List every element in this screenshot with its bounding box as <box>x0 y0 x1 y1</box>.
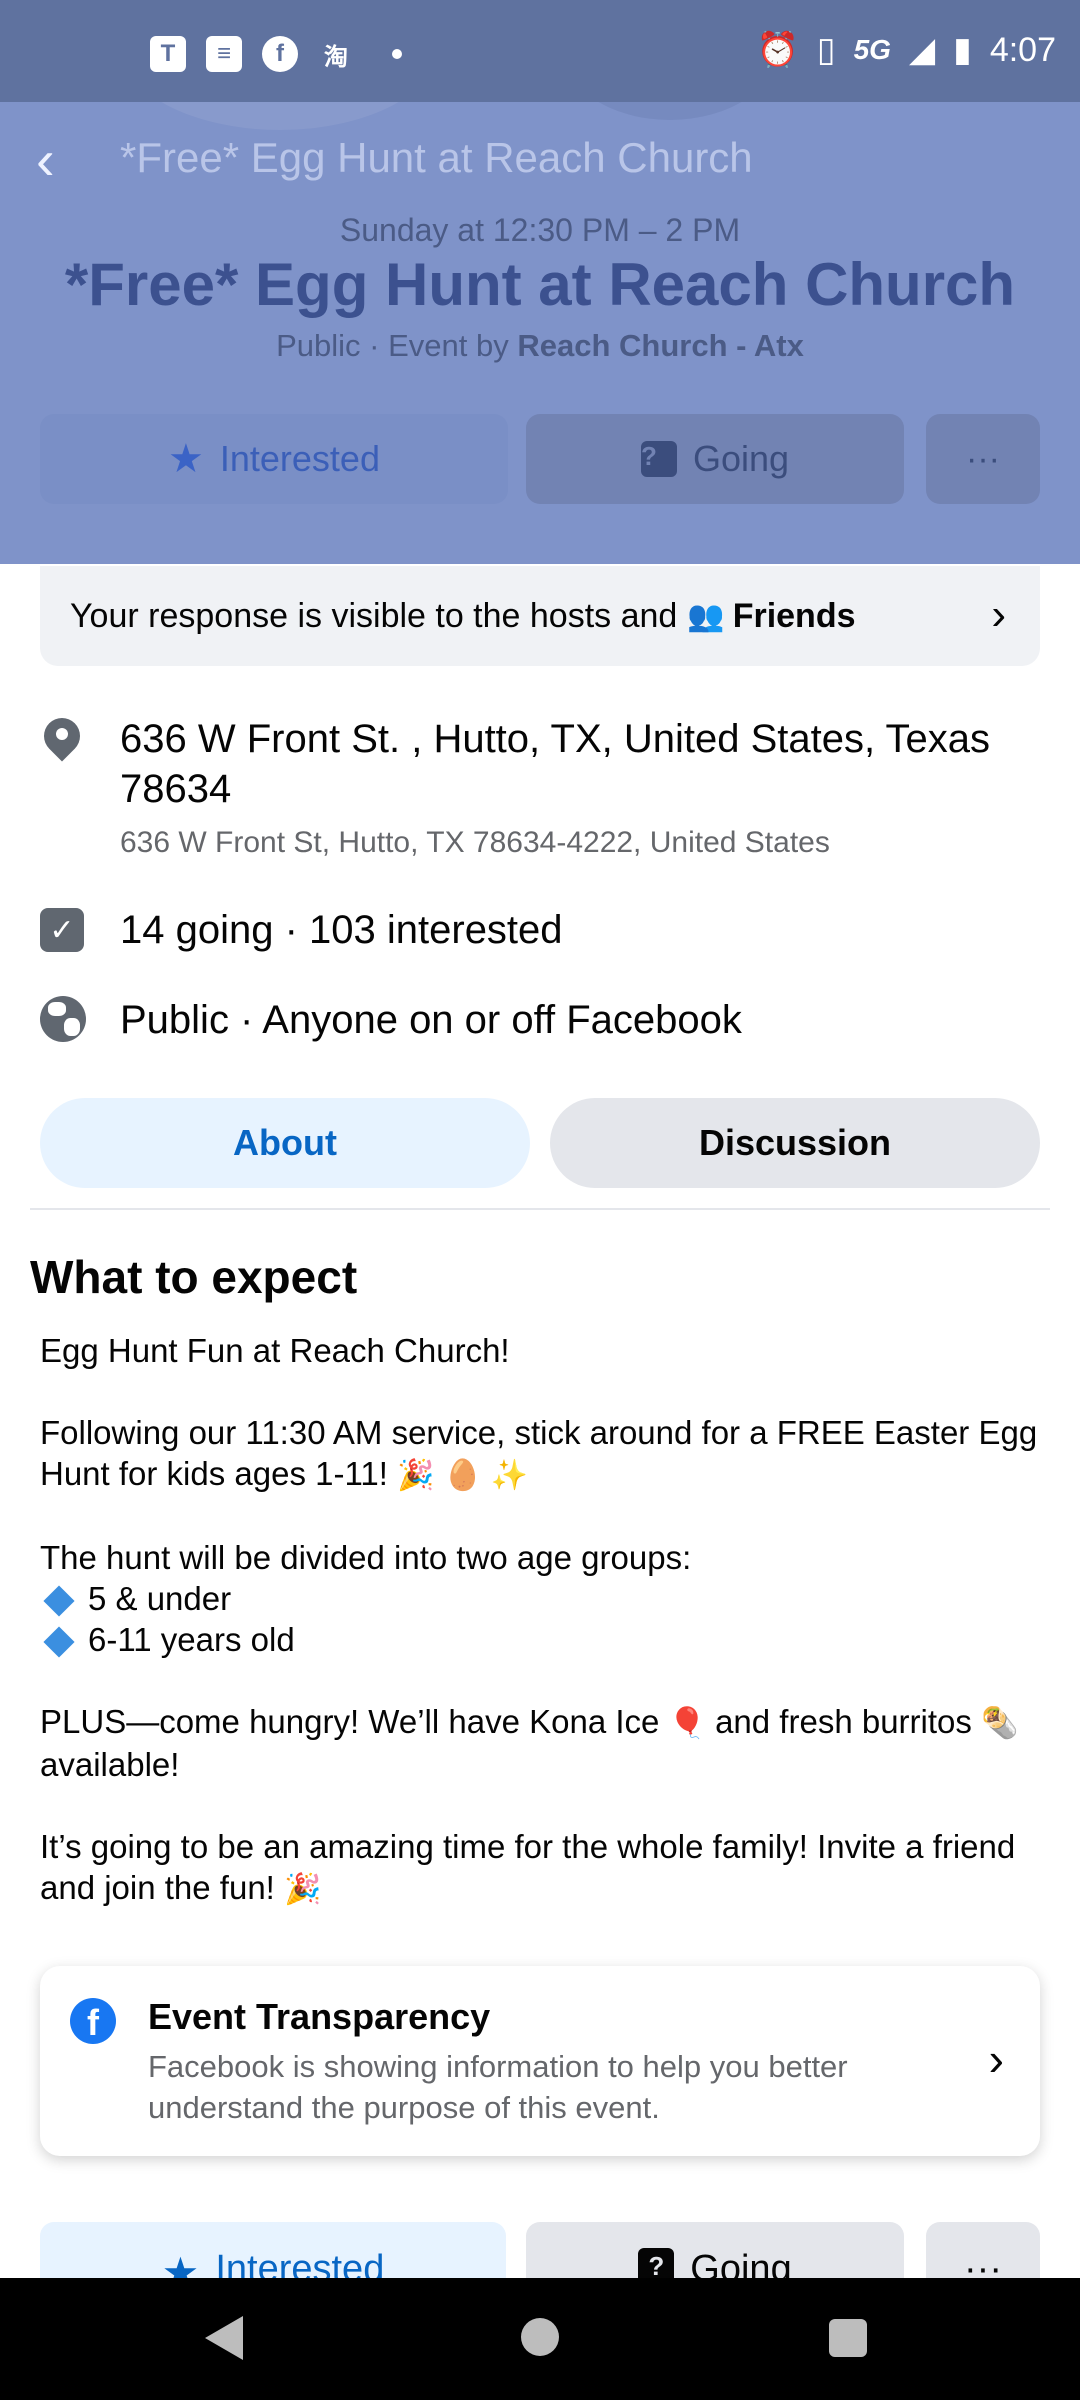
description-line: available! <box>40 1746 180 1783</box>
response-visibility-notice[interactable]: Your response is visible to the hosts an… <box>40 566 1040 666</box>
clock: 4:07 <box>989 30 1056 69</box>
blue-diamond-icon <box>43 1585 75 1617</box>
battery-icon: ▮ <box>953 31 972 69</box>
description-line: The hunt will be divided into two age gr… <box>40 1539 692 1576</box>
taobao-icon: 淘 <box>324 43 348 71</box>
interested-label: Interested <box>219 438 380 479</box>
description-line: Egg Hunt Fun at Reach Church! <box>40 1332 510 1369</box>
event-privacy: Public · Anyone on or off Facebook <box>120 998 742 1042</box>
description-paragraph: The hunt will be divided into two age gr… <box>40 1537 1040 1660</box>
teams-icon: T <box>150 36 186 72</box>
nav-recents-icon[interactable] <box>829 2319 867 2357</box>
divider <box>30 1208 1050 1210</box>
header-going-button[interactable]: ? Going <box>526 414 904 504</box>
news-icon: ≡ <box>206 36 242 72</box>
party-egg-sparkles-emoji: 🎉 🥚 ✨ <box>397 1458 529 1493</box>
event-transparency-card[interactable]: f Event Transparency Facebook is showing… <box>40 1966 1040 2156</box>
description-line: It’s going to be an amazing time for the… <box>40 1828 1016 1906</box>
notification-icons: T ≡ f 淘 <box>150 36 402 72</box>
header-interested-button[interactable]: ★ Interested <box>40 414 508 504</box>
description-line: Following our 11:30 AM service, stick ar… <box>40 1414 1038 1492</box>
transparency-text: Facebook is showing information to help … <box>148 2049 848 2125</box>
facebook-icon: f <box>262 36 298 72</box>
globe-icon <box>40 996 86 1042</box>
tab-discussion[interactable]: Discussion <box>550 1098 1040 1188</box>
question-box-icon: ? <box>640 441 677 477</box>
description-paragraph: It’s going to be an amazing time for the… <box>40 1826 1040 1910</box>
event-attendance[interactable]: 14 going · 103 interested <box>120 905 1040 955</box>
event-location[interactable]: 636 W Front St. , Hutto, TX, United Stat… <box>120 714 1040 814</box>
event-visibility: Public · Event by <box>276 328 518 363</box>
blue-diamond-icon <box>43 1626 75 1658</box>
network-label: 5G <box>853 34 891 65</box>
friends-label: Friends <box>732 596 856 635</box>
list-item-text: 5 & under <box>88 1580 232 1617</box>
chevron-right-icon: › <box>988 2033 1004 2085</box>
event-host-link[interactable]: Reach Church - Atx <box>517 328 804 363</box>
star-icon: ★ <box>168 437 204 481</box>
description-paragraph: Following our 11:30 AM service, stick ar… <box>40 1412 1040 1496</box>
list-item-text: 6-11 years old <box>88 1621 295 1658</box>
description-paragraph: PLUS—come hungry! We’ll have Kona Ice 🎈 … <box>40 1701 1040 1785</box>
description-line: and fresh burritos <box>715 1703 972 1740</box>
event-subtitle: Public · Event by Reach Church - Atx <box>0 328 1080 364</box>
description-paragraph: Egg Hunt Fun at Reach Church! <box>40 1330 1040 1371</box>
nav-back-icon[interactable] <box>205 2316 243 2360</box>
section-heading: What to expect <box>30 1251 358 1303</box>
signal-icon: ◢ <box>908 31 936 69</box>
transparency-title: Event Transparency <box>148 1996 491 2037</box>
nav-home-icon[interactable] <box>521 2318 559 2356</box>
response-notice-text: Your response is visible to the hosts an… <box>70 596 678 635</box>
event-datetime: Sunday at 12:30 PM – 2 PM <box>339 212 741 248</box>
system-icons: ⏰ ▯ 5G ◢ ▮ 4:07 <box>757 30 1056 70</box>
tab-about[interactable]: About <box>40 1098 530 1188</box>
event-description: Egg Hunt Fun at Reach Church! Following … <box>40 1330 1040 1951</box>
vibrate-icon: ▯ <box>816 31 836 69</box>
top-nav: ‹ *Free* Egg Hunt at Reach Church <box>0 116 1080 206</box>
chevron-right-icon: › <box>991 590 1006 639</box>
checkbox-icon: ✓ <box>40 908 86 954</box>
party-emoji: 🎉 <box>284 1872 322 1907</box>
event-header: T ≡ f 淘 ⏰ ▯ 5G ◢ ▮ 4:07 ‹ *Free* Egg Hun… <box>0 0 1080 564</box>
burrito-emoji: 🌯 <box>981 1706 1019 1741</box>
nav-title: *Free* Egg Hunt at Reach Church <box>120 134 753 181</box>
friends-audience: 👥 Friends <box>687 597 855 636</box>
facebook-logo-icon: f <box>70 1998 116 2044</box>
alarm-icon: ⏰ <box>756 31 799 69</box>
more-notifications-dot <box>392 49 402 59</box>
event-title: *Free* Egg Hunt at Reach Church <box>64 251 1016 318</box>
back-arrow-icon[interactable]: ‹ <box>36 130 86 190</box>
list-item: 5 & under <box>40 1578 1040 1619</box>
event-address: 636 W Front St, Hutto, TX 78634-4222, Un… <box>120 826 830 859</box>
header-more-button[interactable]: ··· <box>926 414 1040 504</box>
balloon-emoji: 🎈 <box>668 1706 706 1741</box>
list-item: 6-11 years old <box>40 1619 1040 1660</box>
system-nav-bar <box>0 2278 1080 2400</box>
status-bar: T ≡ f 淘 ⏰ ▯ 5G ◢ ▮ 4:07 <box>0 0 1080 102</box>
description-line: PLUS—come hungry! We’ll have Kona Ice <box>40 1703 660 1740</box>
friends-icon: 👥 <box>687 599 725 633</box>
going-label: Going <box>692 438 790 479</box>
location-pin-icon <box>36 710 88 764</box>
